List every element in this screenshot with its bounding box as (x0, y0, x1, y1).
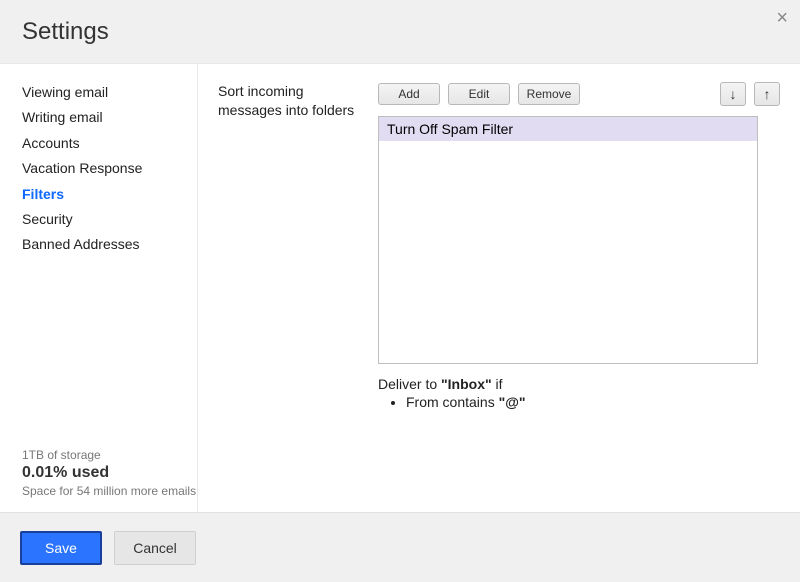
remove-button[interactable]: Remove (518, 83, 580, 105)
storage-total: 1TB of storage (22, 448, 197, 462)
filters-listbox[interactable]: Turn Off Spam Filter (378, 116, 758, 364)
sidebar-item-filters[interactable]: Filters (22, 182, 197, 207)
save-button[interactable]: Save (20, 531, 102, 565)
cancel-button[interactable]: Cancel (114, 531, 196, 565)
storage-note: Space for 54 million more emails (22, 484, 197, 498)
filters-section: Add Edit Remove ↓ ↑ Turn Off Spam Filter… (378, 82, 780, 512)
filter-rule-summary: Deliver to "Inbox" if From contains "@" (378, 376, 780, 410)
page-title: Settings (22, 18, 109, 46)
arrow-up-icon: ↑ (764, 86, 771, 102)
rule-condition: From contains "@" (406, 394, 780, 410)
move-down-button[interactable]: ↓ (720, 82, 746, 106)
edit-button[interactable]: Edit (448, 83, 510, 105)
rule-suffix: if (492, 376, 503, 392)
filter-list-item[interactable]: Turn Off Spam Filter (379, 117, 757, 141)
filters-toolbar: Add Edit Remove ↓ ↑ (378, 82, 780, 106)
storage-info: 1TB of storage 0.01% used Space for 54 m… (22, 448, 197, 512)
sidebar-item-banned-addresses[interactable]: Banned Addresses (22, 232, 197, 257)
rule-prefix: Deliver to (378, 376, 441, 392)
dialog-header: Settings × (0, 0, 800, 64)
sidebar: Viewing emailWriting emailAccountsVacati… (0, 64, 198, 512)
rule-conditions: From contains "@" (378, 394, 780, 410)
section-label: Sort incoming messages into folders (218, 82, 378, 512)
close-icon[interactable]: × (776, 8, 788, 28)
add-button[interactable]: Add (378, 83, 440, 105)
sidebar-nav: Viewing emailWriting emailAccountsVacati… (22, 80, 197, 258)
dialog-body: Viewing emailWriting emailAccountsVacati… (0, 64, 800, 512)
sidebar-item-vacation-response[interactable]: Vacation Response (22, 156, 197, 181)
storage-used: 0.01% used (22, 464, 197, 482)
arrow-down-icon: ↓ (730, 86, 737, 102)
dialog-footer: Save Cancel (0, 512, 800, 582)
rule-folder: "Inbox" (441, 376, 492, 392)
main-panel: Sort incoming messages into folders Add … (198, 64, 800, 512)
move-up-button[interactable]: ↑ (754, 82, 780, 106)
sidebar-item-writing-email[interactable]: Writing email (22, 105, 197, 130)
sidebar-item-accounts[interactable]: Accounts (22, 131, 197, 156)
sidebar-item-viewing-email[interactable]: Viewing email (22, 80, 197, 105)
sidebar-item-security[interactable]: Security (22, 207, 197, 232)
